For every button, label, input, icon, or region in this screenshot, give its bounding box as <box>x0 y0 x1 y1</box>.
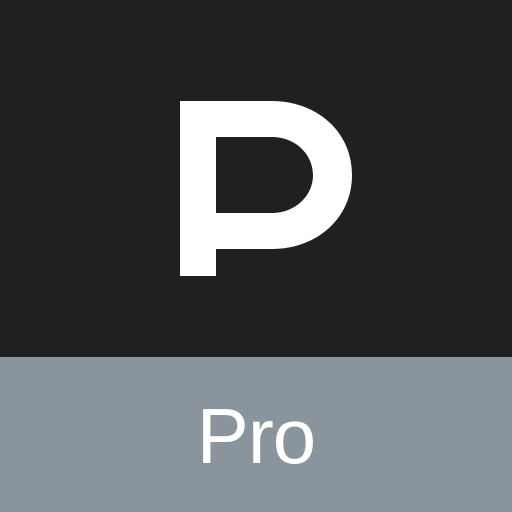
pro-badge-band: Pro <box>0 357 512 512</box>
top-panel <box>0 0 512 357</box>
pro-label: Pro <box>196 391 316 480</box>
app-icon: Pro <box>0 0 512 512</box>
p-logo-icon <box>180 101 352 276</box>
